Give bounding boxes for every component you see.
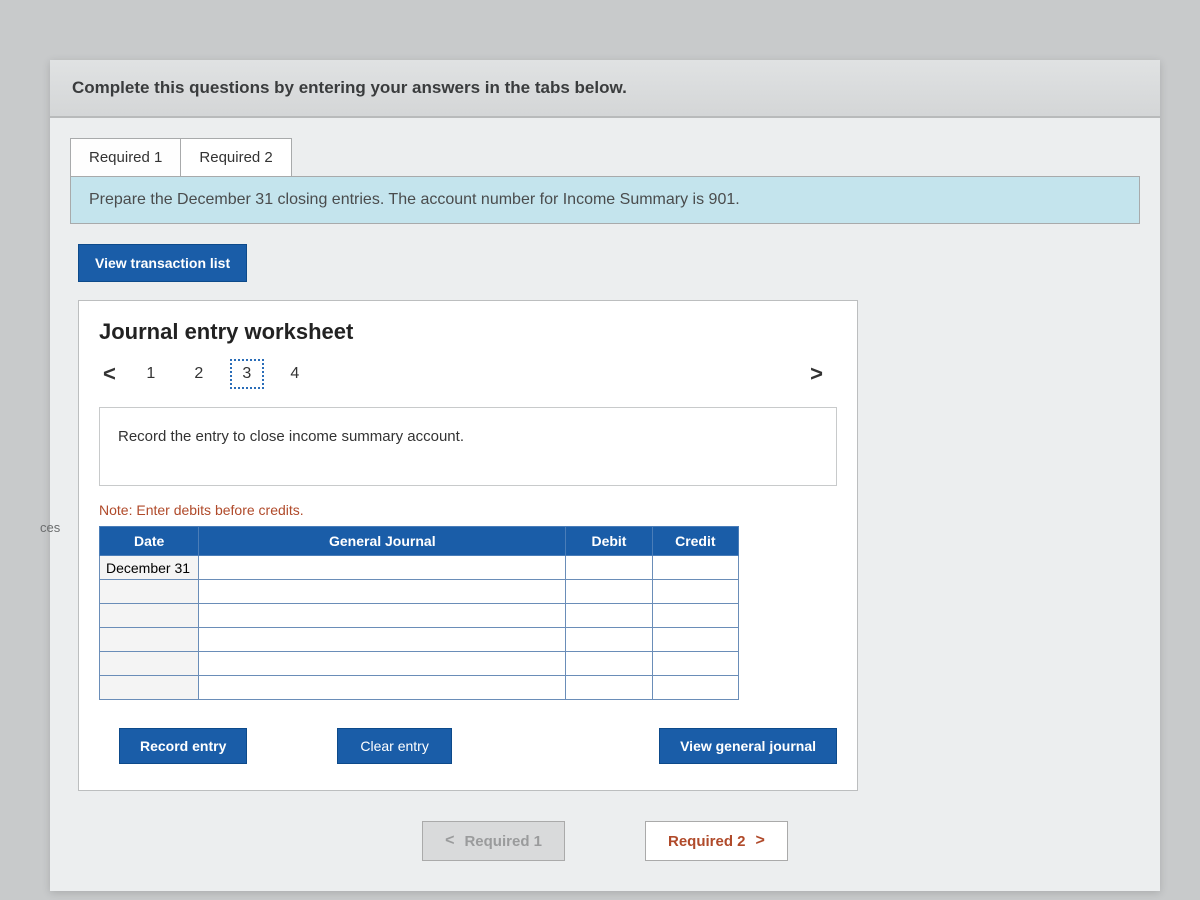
cell-credit[interactable] [652,580,738,604]
cell-date[interactable] [100,676,199,700]
cell-gj[interactable] [199,604,566,628]
cell-debit[interactable] [566,676,652,700]
journal-entry-table: Date General Journal Debit Credit Decemb… [99,526,739,700]
col-header-credit: Credit [652,527,738,556]
step-2[interactable]: 2 [182,359,216,389]
cell-date[interactable] [100,628,199,652]
cell-gj[interactable] [199,580,566,604]
note-line: Note: Enter debits before credits. [99,502,837,518]
chevron-left-icon: < [445,832,454,850]
cell-debit[interactable] [566,580,652,604]
footer-prev-label: Required 1 [464,833,542,850]
col-header-date: Date [100,527,199,556]
cell-date[interactable] [100,652,199,676]
step-4[interactable]: 4 [278,359,312,389]
instruction-bar: Complete this questions by entering your… [50,60,1160,118]
cell-credit[interactable] [652,676,738,700]
cell-gj[interactable] [199,628,566,652]
cell-debit[interactable] [566,652,652,676]
footer-next-label: Required 2 [668,833,746,850]
step-prev-button[interactable]: < [99,361,120,387]
view-transaction-list-button[interactable]: View transaction list [78,244,247,282]
content-area: Required 1 Required 2 Prepare the Decemb… [50,118,1160,891]
cell-date[interactable] [100,604,199,628]
entry-description: Record the entry to close income summary… [99,407,837,486]
step-1[interactable]: 1 [134,359,168,389]
table-row [100,652,739,676]
col-header-general-journal: General Journal [199,527,566,556]
chevron-right-icon: > [756,832,765,850]
cell-debit[interactable] [566,628,652,652]
footer-nav: < Required 1 Required 2 > [70,821,1140,861]
cell-gj[interactable] [199,676,566,700]
footer-prev-button[interactable]: < Required 1 [422,821,565,861]
col-header-debit: Debit [566,527,652,556]
sub-instruction: Prepare the December 31 closing entries.… [70,176,1140,224]
page-container: ces Complete this questions by entering … [50,60,1160,891]
worksheet-panel: Journal entry worksheet < 1 2 3 4 > Reco… [78,300,858,791]
cell-credit[interactable] [652,652,738,676]
cell-credit[interactable] [652,556,738,580]
view-general-journal-button[interactable]: View general journal [659,728,837,764]
cell-date[interactable]: December 31 [100,556,199,580]
tab-required-2[interactable]: Required 2 [180,138,291,177]
clear-entry-button[interactable]: Clear entry [337,728,451,764]
step-row: < 1 2 3 4 > [99,359,837,389]
tab-required-1[interactable]: Required 1 [70,138,181,177]
cell-date[interactable] [100,580,199,604]
step-next-button[interactable]: > [806,361,827,387]
table-row [100,580,739,604]
cell-debit[interactable] [566,604,652,628]
step-3[interactable]: 3 [230,359,264,389]
table-row [100,604,739,628]
cell-debit[interactable] [566,556,652,580]
cell-credit[interactable] [652,628,738,652]
cell-credit[interactable] [652,604,738,628]
action-button-row: Record entry Clear entry View general jo… [99,728,837,764]
record-entry-button[interactable]: Record entry [119,728,247,764]
table-row: December 31 [100,556,739,580]
worksheet-title: Journal entry worksheet [99,319,837,345]
side-label: ces [40,520,60,535]
footer-next-button[interactable]: Required 2 > [645,821,788,861]
cell-gj[interactable] [199,556,566,580]
table-row [100,676,739,700]
table-row [100,628,739,652]
tabs-row: Required 1 Required 2 [70,138,1140,177]
cell-gj[interactable] [199,652,566,676]
